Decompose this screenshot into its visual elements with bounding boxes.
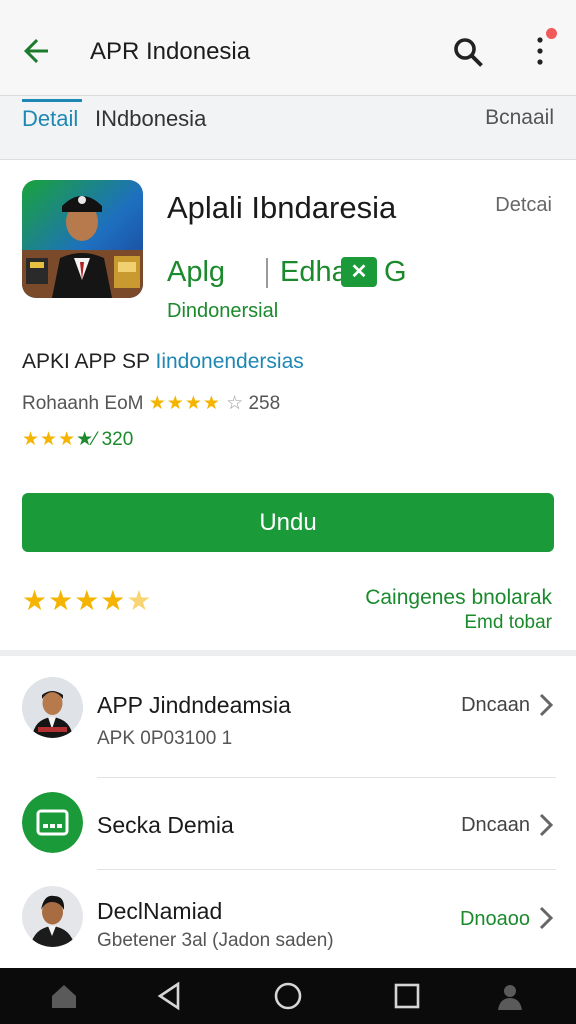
list-item-subtitle: Gbetener 3al (Jadon saden) (97, 930, 334, 951)
rating-row-1: Rohaanh EoM ★★★★ ☆ 258 (22, 392, 280, 415)
tab-right[interactable]: Bcnaail (485, 106, 554, 130)
list-item-action[interactable]: Dncaan (461, 814, 530, 837)
app-tag-secondary: Edha (280, 256, 348, 288)
star-empty-icon: ☆ (220, 393, 244, 414)
rating-count-1: 258 (248, 393, 281, 414)
list-item-subtitle: APK 0P03100 1 (97, 728, 233, 749)
app-title: Aplali Ibndaresia (167, 190, 397, 225)
list-item-title: APP Jindndeamsia (97, 692, 291, 718)
notification-dot (546, 28, 557, 39)
divider (266, 258, 268, 288)
apk-link[interactable]: Iindonendersias (155, 350, 303, 373)
list-item-action[interactable]: Dnoaoo (460, 908, 530, 931)
list-item[interactable]: DeclNamiad Gbetener 3al (Jadon saden) Dn… (0, 870, 576, 968)
badge-suffix: G (384, 256, 407, 288)
chevron-right-icon[interactable] (538, 813, 554, 837)
detail-link[interactable]: Detcai (495, 194, 552, 217)
star-half-icon: ★⁄ (76, 429, 97, 450)
list-item[interactable]: Secka Demia Dncaan (0, 778, 576, 868)
back-triangle-icon[interactable] (154, 980, 186, 1012)
app-icon (22, 180, 143, 298)
tab-row: Detail INdbonesia Bcnaail (0, 96, 576, 160)
arrow-back-icon[interactable] (18, 33, 54, 69)
app-grid-icon (22, 792, 83, 853)
person-avatar (22, 886, 83, 947)
chevron-right-icon[interactable] (538, 693, 554, 717)
related-list: APP Jindndeamsia APK 0P03100 1 Dncaan Se… (0, 656, 576, 968)
rating-count-2: 320 (101, 429, 134, 450)
person-avatar (22, 677, 83, 738)
category-line-2[interactable]: Emd tobar (464, 612, 552, 634)
star-filled-icon: ★★★★ (22, 585, 127, 616)
tab-detail[interactable]: Detail (22, 106, 78, 132)
list-item[interactable]: APP Jindndeamsia APK 0P03100 1 Dncaan (0, 656, 576, 776)
home-circle-icon[interactable] (272, 980, 304, 1012)
tab-indicator (22, 99, 82, 102)
search-icon[interactable] (450, 34, 486, 70)
tab-name[interactable]: INdbonesia (95, 106, 206, 132)
category-line-1[interactable]: Caingenes bnolarak (365, 586, 552, 610)
install-button[interactable]: Undu (22, 493, 554, 552)
home-icon[interactable] (48, 980, 80, 1012)
top-app-bar: APR Indonesia (0, 0, 576, 96)
apk-label: APKI APP SP (22, 350, 150, 373)
badge-icon: ✕ (341, 257, 377, 287)
profile-icon[interactable] (494, 980, 526, 1012)
list-item-title: Secka Demia (97, 812, 234, 838)
app-detail-card: Aplali Ibndaresia Detcai Aplg Edha ✕ G D… (0, 160, 576, 650)
star-rating-icon: ★★★ (22, 429, 77, 450)
list-item-action[interactable]: Dncaan (461, 694, 530, 717)
app-tag-primary: Aplg (167, 256, 226, 288)
recents-square-icon[interactable] (391, 980, 423, 1012)
apk-info-line: APKI APP SP Iindonendersias (22, 350, 304, 374)
star-rating-icon: ★★★★ (148, 393, 221, 414)
star-rating-large: ★★★★★ (22, 584, 153, 617)
page-title: APR Indonesia (90, 38, 251, 65)
chevron-right-icon[interactable] (538, 906, 554, 930)
system-nav-bar (0, 968, 576, 1024)
developer-name[interactable]: Dindonersial (167, 300, 278, 323)
star-half-icon: ★ (126, 585, 153, 616)
rating-row-2: ★★★★⁄ 320 (22, 428, 133, 451)
rating-label: Rohaanh EoM (22, 393, 144, 414)
list-item-title: DeclNamiad (97, 898, 223, 924)
